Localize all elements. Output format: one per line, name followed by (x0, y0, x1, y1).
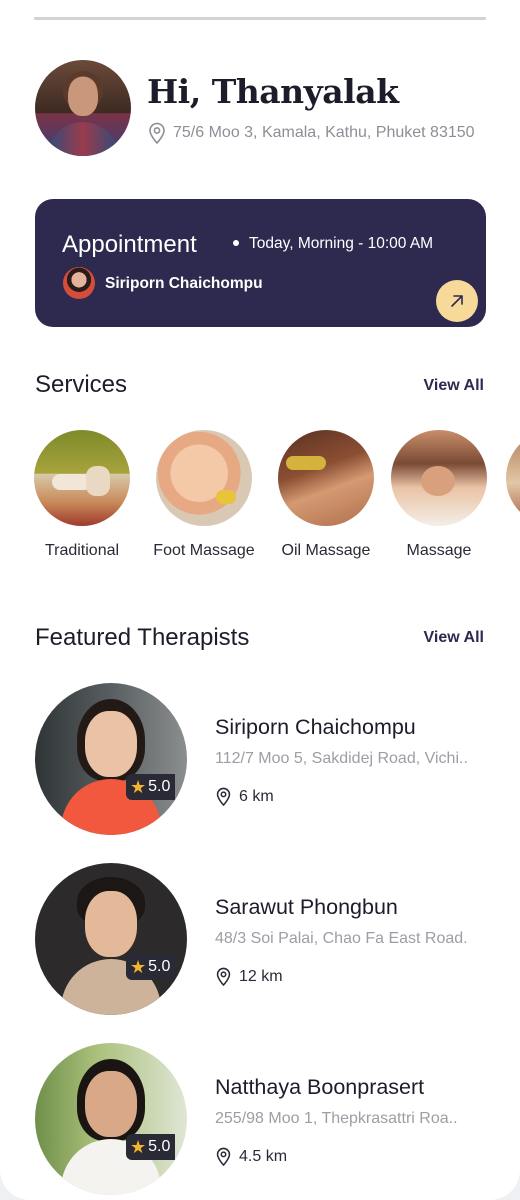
therapist-name: Siriporn Chaichompu (215, 715, 416, 739)
therapist-card[interactable]: ★ 5.0 Siriporn Chaichompu 112/7 Moo 5, S… (0, 683, 520, 838)
home-screen: Hi, Thanyalak 75/6 Moo 3, Kamala, Kathu,… (0, 0, 520, 1200)
service-item-massage[interactable]: Massage (379, 430, 499, 560)
featured-therapists-title: Featured Therapists (35, 624, 250, 651)
location-pin-icon (216, 1147, 231, 1166)
rating-badge: ★ 5.0 (126, 1134, 176, 1160)
service-image (506, 430, 520, 526)
location-pin-icon (149, 122, 165, 144)
therapist-address: 255/98 Moo 1, Thepkrasattri Roa.. (215, 1110, 458, 1127)
therapist-distance: 6 km (239, 787, 274, 805)
location-pin-icon (216, 967, 231, 986)
arrow-up-right-icon (451, 295, 463, 307)
location-pin-icon (216, 787, 231, 806)
top-divider (34, 17, 486, 20)
service-item-partial[interactable] (494, 430, 520, 542)
therapist-photo (35, 683, 187, 835)
user-avatar[interactable] (35, 60, 131, 156)
star-icon: ★ (130, 1136, 147, 1157)
greeting-title: Hi, Thanyalak (147, 72, 399, 111)
separator-dot (233, 240, 239, 246)
services-carousel[interactable]: Traditional Foot Massage Oil Massage Mas… (0, 430, 520, 570)
appointment-time: Today, Morning - 10:00 AM (249, 235, 434, 252)
service-image (34, 430, 130, 526)
services-view-all-link[interactable]: View All (424, 377, 484, 395)
rating-value: 5.0 (148, 958, 171, 975)
service-label: Traditional (44, 542, 120, 559)
star-icon: ★ (130, 776, 147, 797)
service-item-traditional[interactable]: Traditional (22, 430, 142, 560)
service-label: Foot Massage (153, 542, 255, 559)
therapist-photo (35, 1043, 187, 1195)
therapist-address: 112/7 Moo 5, Sakdidej Road, Vichi.. (215, 750, 468, 767)
therapist-card[interactable]: ★ 5.0 Natthaya Boonprasert 255/98 Moo 1,… (0, 1043, 520, 1198)
user-address[interactable]: 75/6 Moo 3, Kamala, Kathu, Phuket 83150 (147, 122, 475, 144)
rating-value: 5.0 (148, 1138, 171, 1155)
address-text: 75/6 Moo 3, Kamala, Kathu, Phuket 83150 (173, 124, 475, 141)
service-label: Massage (406, 542, 472, 559)
distance-row: 4.5 km (215, 1147, 287, 1166)
therapist-photo (35, 863, 187, 1015)
therapist-name: Natthaya Boonprasert (215, 1075, 425, 1099)
appointment-title: Appointment (62, 231, 197, 258)
appointment-card[interactable]: Appointment Today, Morning - 10:00 AM Si… (35, 199, 486, 327)
rating-badge: ★ 5.0 (126, 774, 176, 800)
distance-row: 12 km (215, 967, 283, 986)
distance-row: 6 km (215, 787, 274, 806)
open-appointment-button[interactable] (436, 280, 478, 322)
therapist-card[interactable]: ★ 5.0 Sarawut Phongbun 48/3 Soi Palai, C… (0, 863, 520, 1018)
service-item-foot-massage[interactable]: Foot Massage (144, 430, 264, 560)
star-icon: ★ (130, 956, 147, 977)
therapists-view-all-link[interactable]: View All (424, 629, 484, 647)
service-image (278, 430, 374, 526)
service-item-oil-massage[interactable]: Oil Massage (266, 430, 386, 560)
therapist-address: 48/3 Soi Palai, Chao Fa East Road. (215, 930, 468, 947)
services-title: Services (35, 371, 128, 398)
appointment-therapist-name: Siriporn Chaichompu (105, 275, 263, 292)
rating-badge: ★ 5.0 (126, 954, 176, 980)
therapist-name: Sarawut Phongbun (215, 895, 398, 919)
rating-value: 5.0 (148, 778, 171, 795)
service-image (156, 430, 252, 526)
therapist-avatar (63, 267, 95, 299)
service-label: Oil Massage (281, 542, 371, 559)
therapist-distance: 4.5 km (239, 1147, 288, 1165)
therapist-distance: 12 km (239, 967, 283, 985)
service-image (391, 430, 487, 526)
